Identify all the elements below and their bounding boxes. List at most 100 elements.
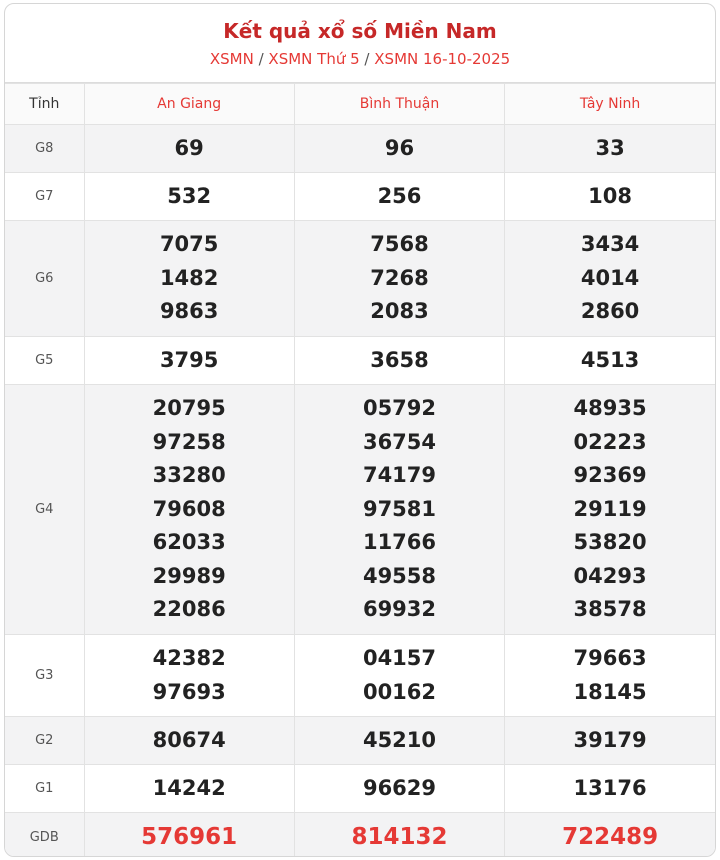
prize-cell: 3434 4014 2860 <box>504 220 715 337</box>
prize-cell: 7568 7268 2083 <box>293 220 506 337</box>
prize-number: 7075 <box>159 232 219 257</box>
prize-number: 53820 <box>573 530 647 555</box>
prize-cell: 4513 <box>504 336 715 385</box>
prize-number: 29989 <box>152 563 226 588</box>
prize-cell: 42382 97693 <box>83 634 295 717</box>
prize-cell: 576961 <box>83 812 295 856</box>
prize-cell: 96629 <box>293 764 506 813</box>
prize-cell: 45210 <box>293 716 506 765</box>
prize-number: 20795 <box>152 396 226 421</box>
prize-cell: 20795 97258 33280 79608 62033 29989 22086 <box>83 384 295 635</box>
prize-number: 04157 <box>362 646 437 670</box>
prize-number: 39179 <box>573 727 647 752</box>
prize-number: 62033 <box>152 530 226 555</box>
prize-number: 74179 <box>362 463 437 488</box>
prize-cell: 33 <box>504 124 715 173</box>
prize-row-g5: G5 3795 3658 4513 <box>5 336 715 385</box>
prize-number: 4014 <box>580 265 640 290</box>
province-binh-thuan[interactable]: Bình Thuận <box>293 83 506 125</box>
breadcrumb-separator: / <box>258 50 264 68</box>
breadcrumb-link-xsmn-thu-5[interactable]: XSMN Thứ 5 <box>268 50 359 68</box>
prize-number: 79608 <box>152 496 226 521</box>
prize-number: 9863 <box>159 299 219 324</box>
prize-number: 97581 <box>362 496 437 521</box>
prize-label: G7 <box>5 172 85 221</box>
prize-cell: 7075 1482 9863 <box>83 220 295 337</box>
province-an-giang[interactable]: An Giang <box>83 83 295 125</box>
prize-number: 97693 <box>152 679 226 704</box>
prize-cell: 256 <box>293 172 506 221</box>
prize-number: 7268 <box>370 265 429 290</box>
prize-cell: 69 <box>83 124 295 173</box>
prize-number: 814132 <box>351 823 448 850</box>
prize-number: 96 <box>384 135 415 160</box>
prize-number: 532 <box>167 183 212 208</box>
prize-label: G8 <box>5 124 85 173</box>
prize-row-g8: G8 69 96 33 <box>5 124 715 173</box>
prize-row-g7: G7 532 256 108 <box>5 172 715 221</box>
prize-number: 96629 <box>362 775 437 800</box>
prize-cell: 814132 <box>293 812 506 856</box>
prize-number: 3658 <box>370 347 429 372</box>
prize-number: 33 <box>595 135 625 160</box>
prize-label: G5 <box>5 336 85 385</box>
prize-number: 38578 <box>573 597 647 622</box>
breadcrumb-link-xsmn[interactable]: XSMN <box>210 50 254 68</box>
breadcrumb-separator: / <box>364 50 370 68</box>
prize-cell: 05792 36754 74179 97581 11766 49558 69932 <box>293 384 506 635</box>
prize-number: 108 <box>588 183 632 208</box>
prize-cell: 80674 <box>83 716 295 765</box>
prize-number: 05792 <box>362 396 437 421</box>
prize-cell: 722489 <box>504 812 715 856</box>
prize-cell: 108 <box>504 172 715 221</box>
prize-number: 1482 <box>159 265 219 290</box>
prize-cell: 79663 18145 <box>504 634 715 717</box>
prize-number: 92369 <box>573 463 647 488</box>
prize-number: 4513 <box>580 347 640 372</box>
prize-row-g4: G4 20795 97258 33280 79608 62033 29989 22086 057… <box>5 384 715 635</box>
prize-row-g6: G6 7075 1482 9863 7568 7268 2083 3434 4014 2860 <box>5 220 715 337</box>
prize-number: 2083 <box>370 299 429 324</box>
prize-number: 48935 <box>573 396 647 421</box>
prize-number: 3434 <box>580 232 640 257</box>
prize-row-gdb: GDB 576961 814132 722489 <box>5 812 715 856</box>
breadcrumb: XSMN / XSMN Thứ 5 / XSMN 16-10-2025 <box>5 48 715 70</box>
prize-number: 00162 <box>362 679 437 704</box>
results-table: Tỉnh An Giang Bình Thuận Tây Ninh G8 69 96… <box>5 83 715 856</box>
prize-label: G2 <box>5 716 85 765</box>
prize-number: 13176 <box>573 775 647 800</box>
prize-label: G4 <box>5 384 85 635</box>
province-column-header: Tỉnh <box>5 83 85 125</box>
prize-label: G1 <box>5 764 85 813</box>
prize-number: 69 <box>174 135 204 160</box>
prize-number: 33280 <box>152 463 226 488</box>
prize-cell: 14242 <box>83 764 295 813</box>
prize-number: 3795 <box>159 347 219 372</box>
province-tay-ninh[interactable]: Tây Ninh <box>504 83 715 125</box>
prize-number: 14242 <box>152 775 226 800</box>
prize-number: 722489 <box>562 823 659 850</box>
prize-cell: 04157 00162 <box>293 634 506 717</box>
results-card: Kết quả xổ số Miền Nam XSMN / XSMN Thứ 5… <box>4 3 716 857</box>
prize-number: 256 <box>377 183 422 208</box>
prize-cell: 13176 <box>504 764 715 813</box>
results-body: G8 69 96 33 G7 532 256 108 G6 7075 1482 9863 7568 726… <box>5 124 715 856</box>
prize-row-g2: G2 80674 45210 39179 <box>5 716 715 765</box>
prize-number: 576961 <box>141 823 238 850</box>
prize-number: 45210 <box>362 727 437 752</box>
prize-number: 04293 <box>573 563 647 588</box>
prize-row-g3: G3 42382 97693 04157 00162 79663 18145 <box>5 634 715 717</box>
breadcrumb-link-xsmn-date[interactable]: XSMN 16-10-2025 <box>374 50 510 68</box>
prize-number: 2860 <box>580 299 640 324</box>
prize-number: 49558 <box>362 563 437 588</box>
prize-number: 42382 <box>152 646 226 670</box>
prize-number: 79663 <box>573 646 647 670</box>
page-title: Kết quả xổ số Miền Nam <box>223 19 497 43</box>
prize-cell: 39179 <box>504 716 715 765</box>
prize-number: 69932 <box>362 597 437 622</box>
table-header-row: Tỉnh An Giang Bình Thuận Tây Ninh <box>5 83 715 125</box>
prize-number: 36754 <box>362 429 437 454</box>
prize-cell: 3658 <box>293 336 506 385</box>
prize-number: 7568 <box>370 232 429 257</box>
prize-number: 97258 <box>152 429 226 454</box>
